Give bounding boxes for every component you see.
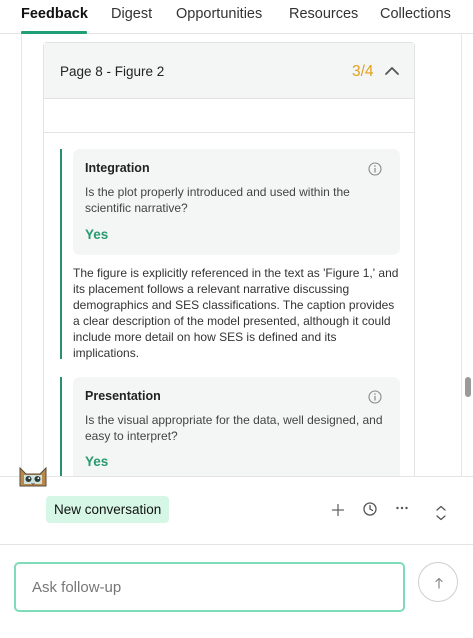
ask-follow-up-input[interactable]: Ask follow-up <box>14 562 405 612</box>
criterion-answer: Yes <box>85 454 109 469</box>
figure-card-header[interactable]: Page 8 - Figure 2 3/4 <box>44 43 414 99</box>
figure-title: Page 8 - Figure 2 <box>60 64 165 79</box>
expand-icon[interactable] <box>433 504 449 522</box>
criterion-explanation: The figure is explicitly referenced in t… <box>73 266 399 360</box>
tab-resources[interactable]: Resources <box>289 6 358 22</box>
divider <box>44 132 414 133</box>
tab-collections[interactable]: Collections <box>380 6 451 22</box>
more-icon[interactable] <box>394 500 410 516</box>
criterion-question: Is the plot properly introduced and used… <box>85 185 350 215</box>
divider <box>0 476 473 477</box>
tab-digest[interactable]: Digest <box>111 6 152 22</box>
cat-mascot-icon <box>19 466 47 487</box>
info-icon[interactable] <box>368 162 382 176</box>
info-icon[interactable] <box>368 390 382 404</box>
chat-panel: New conversation Ask follow-up <box>0 466 473 638</box>
top-tabs: Feedback Digest Opportunities Resources … <box>0 0 473 34</box>
criterion-answer: Yes <box>85 227 109 242</box>
tab-feedback[interactable]: Feedback <box>21 6 88 22</box>
chevron-up-icon[interactable] <box>384 64 400 78</box>
tab-opportunities[interactable]: Opportunities <box>176 6 262 22</box>
criterion-question: Is the visual appropriate for the data, … <box>85 413 383 443</box>
plus-icon[interactable] <box>330 502 346 518</box>
figure-feedback-card: Page 8 - Figure 2 3/4 Integration Is the… <box>43 42 415 476</box>
send-button[interactable] <box>418 562 458 602</box>
criterion-integration: Integration Is the plot properly introdu… <box>60 149 400 360</box>
divider <box>0 544 473 545</box>
feedback-scroll-area[interactable]: Page 8 - Figure 2 3/4 Integration Is the… <box>21 34 462 476</box>
send-arrow-icon <box>435 577 443 589</box>
criterion-box: Integration Is the plot properly introdu… <box>73 149 400 255</box>
criterion-title: Presentation <box>85 389 161 403</box>
history-icon[interactable] <box>362 501 378 517</box>
scrollbar-thumb[interactable] <box>465 377 471 397</box>
criterion-presentation: Presentation Is the visual appropriate f… <box>60 377 400 476</box>
criterion-box: Presentation Is the visual appropriate f… <box>73 377 400 476</box>
ask-placeholder: Ask follow-up <box>32 579 122 596</box>
new-conversation-button[interactable]: New conversation <box>46 496 170 523</box>
criterion-title: Integration <box>85 161 150 175</box>
figure-score: 3/4 <box>352 63 374 80</box>
